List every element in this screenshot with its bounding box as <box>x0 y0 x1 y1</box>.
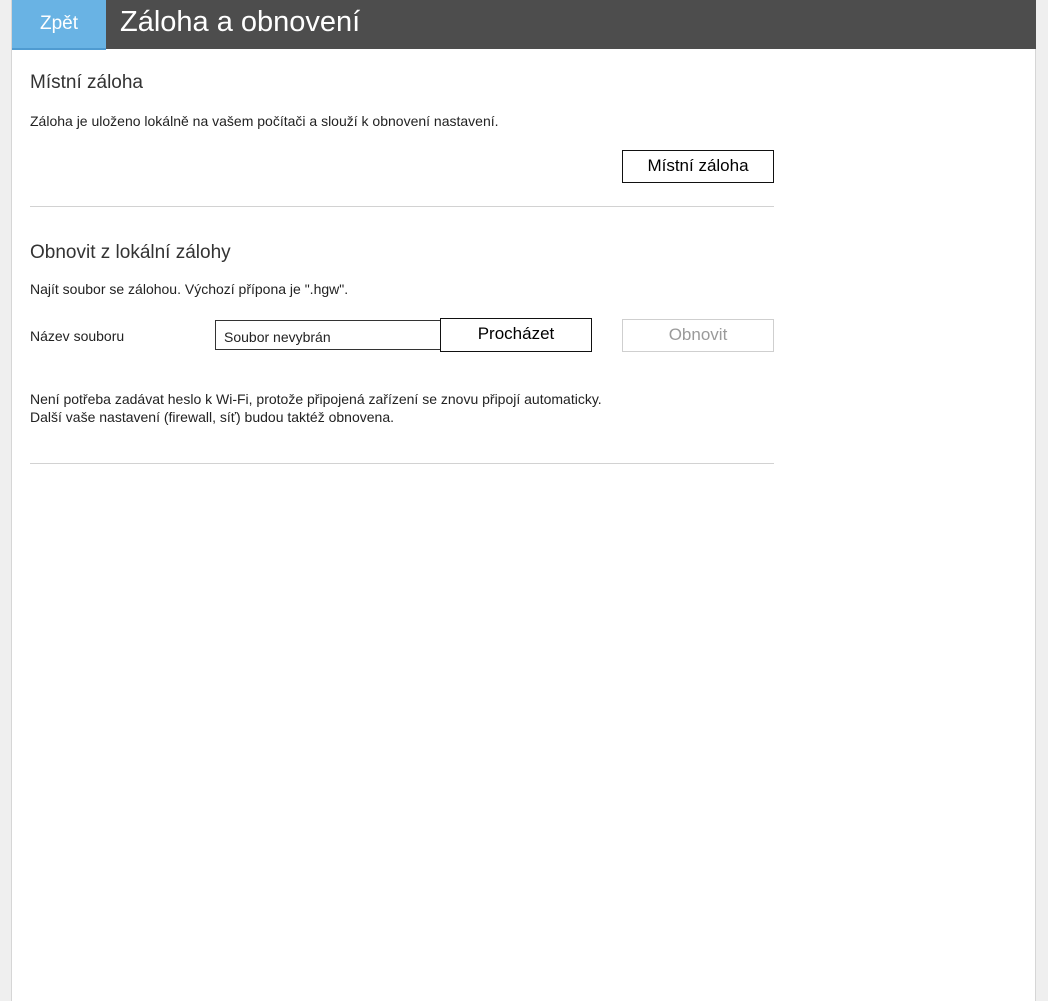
local-backup-title: Místní záloha <box>30 72 143 93</box>
section-divider <box>30 206 774 207</box>
file-name-field[interactable]: Soubor nevybrán <box>215 320 441 350</box>
page-container: Zpět Záloha a obnovení Místní záloha Zál… <box>11 0 1036 1001</box>
restore-note-line-2: Další vaše nastavení (firewall, síť) bud… <box>30 409 394 425</box>
section-divider-bottom <box>30 463 774 464</box>
file-name-label: Název souboru <box>30 328 125 344</box>
back-button[interactable]: Zpět <box>12 0 106 50</box>
local-backup-button[interactable]: Místní záloha <box>622 150 774 183</box>
header-bar: Zpět Záloha a obnovení <box>12 0 1036 50</box>
page-title: Záloha a obnovení <box>120 6 361 38</box>
restore-title: Obnovit z lokální zálohy <box>30 242 231 263</box>
restore-description: Najít soubor se zálohou. Výchozí přípona… <box>30 281 349 297</box>
restore-button[interactable]: Obnovit <box>622 319 774 352</box>
restore-note-line-1: Není potřeba zadávat heslo k Wi-Fi, prot… <box>30 391 602 407</box>
local-backup-description: Záloha je uloženo lokálně na vašem počít… <box>30 113 499 129</box>
browse-button[interactable]: Procházet <box>440 318 592 352</box>
